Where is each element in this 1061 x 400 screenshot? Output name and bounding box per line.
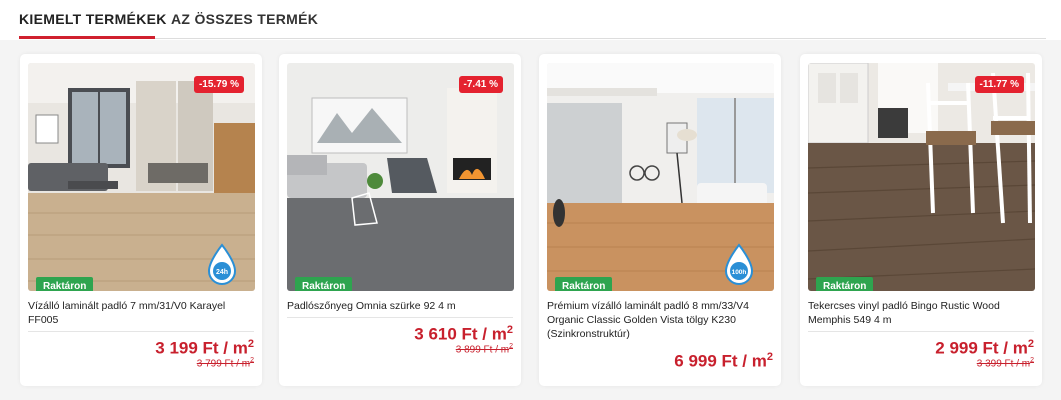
product-card[interactable]: Raktáron 100h Prémium vízálló laminált p… [539,54,781,386]
product-price: 3 199 Ft / m2 [155,338,254,358]
product-card[interactable]: -15.79 % Raktáron 24h Vízálló laminált p… [20,54,262,386]
product-price: 3 610 Ft / m2 [414,324,513,344]
product-tabs: KIEMELT TERMÉKEK AZ ÖSSZES TERMÉK [0,0,1061,40]
product-name[interactable]: Vízálló laminált padló 7 mm/31/V0 Karaye… [28,299,256,327]
product-name[interactable]: Tekercses vinyl padló Bingo Rustic Wood … [808,299,1036,327]
product-price: 6 999 Ft / m2 [674,351,773,371]
active-tab-indicator [19,36,155,39]
badge-text: 100h [732,269,747,276]
stock-badge: Raktáron [295,277,353,291]
water-drop-24h-icon: 24h [207,243,237,285]
product-card[interactable]: -7.41 % Raktáron Padlószőnyeg Omnia szür… [279,54,521,386]
stock-badge: Raktáron [816,277,874,291]
divider [28,331,254,332]
old-price: 3 799 Ft / m2 [196,357,254,370]
product-name[interactable]: Padlószőnyeg Omnia szürke 92 4 m [287,299,515,313]
product-image[interactable]: -15.79 % Raktáron 24h [28,63,255,291]
discount-badge: -11.77 % [974,76,1024,93]
tab-all-products[interactable]: AZ ÖSSZES TERMÉK [171,11,318,27]
divider [808,331,1034,332]
product-image[interactable]: -7.41 % Raktáron [287,63,514,291]
stock-badge: Raktáron [36,277,94,291]
product-card[interactable]: -11.77 % Raktáron Tekercses vinyl padló … [800,54,1042,386]
divider [287,317,513,318]
tabs-divider [19,38,1046,39]
old-price: 3 899 Ft / m2 [455,343,513,356]
tab-featured-products[interactable]: KIEMELT TERMÉKEK [19,11,167,27]
stock-badge: Raktáron [555,277,613,291]
product-price: 2 999 Ft / m2 [935,338,1034,358]
old-price: 3 399 Ft / m2 [976,357,1034,370]
water-drop-100h-icon: 100h [724,243,754,285]
discount-badge: -15.79 % [193,76,244,93]
badge-text: 24h [216,269,228,276]
product-image[interactable]: -11.77 % Raktáron [808,63,1035,291]
product-name[interactable]: Prémium vízálló laminált padló 8 mm/33/V… [547,299,775,341]
product-image[interactable]: Raktáron 100h [547,63,774,291]
discount-badge: -7.41 % [458,76,503,93]
